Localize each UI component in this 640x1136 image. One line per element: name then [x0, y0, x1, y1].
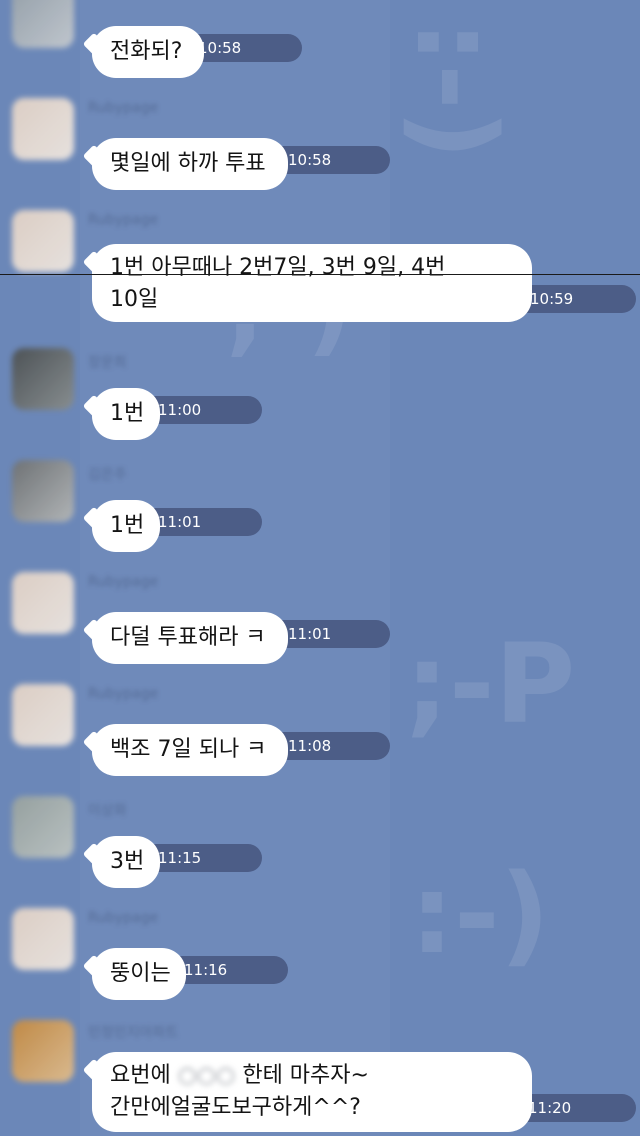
- avatar[interactable]: [12, 908, 74, 970]
- message-bubble[interactable]: 1번: [92, 388, 160, 440]
- avatar[interactable]: [12, 210, 74, 272]
- message-bubble[interactable]: 다덜 투표해라 ㅋ: [92, 612, 288, 664]
- message-text: 요번에: [110, 1063, 171, 1088]
- message-text: 한테 마추자~: [242, 1063, 369, 1088]
- avatar[interactable]: [12, 460, 74, 522]
- message-bubble[interactable]: 뚱이는: [92, 948, 186, 1000]
- message-line: 1번 아무때나 2번7일, 3번 9일, 4번: [110, 255, 446, 280]
- message-bubble[interactable]: 요번에 ○○○ 한테 마추자~ 간만에얼굴도보구하게^^?: [92, 1052, 532, 1132]
- message-time: 10:58: [270, 146, 390, 174]
- chat-log[interactable]: 10:58 전화되? Rubypage 10:58 몇일에 하까 투표 Ruby…: [0, 0, 640, 1136]
- sender-name: Rubypage: [88, 100, 159, 116]
- message-line: 10일: [110, 287, 159, 312]
- message-bubble[interactable]: 백조 7일 되나 ㅋ: [92, 724, 288, 776]
- sender-name: Rubypage: [88, 574, 159, 590]
- sender-name: Rubypage: [88, 686, 159, 702]
- sender-name: 김은주: [88, 467, 127, 483]
- sender-name: 장문희: [88, 355, 127, 371]
- avatar[interactable]: [12, 1020, 74, 1082]
- avatar[interactable]: [12, 348, 74, 410]
- message-line: 간만에얼굴도보구하게^^?: [110, 1095, 361, 1120]
- sender-name: Rubypage: [88, 212, 159, 228]
- message-bubble[interactable]: 몇일에 하까 투표: [92, 138, 288, 190]
- avatar[interactable]: [12, 98, 74, 160]
- message-bubble[interactable]: 1번 아무때나 2번7일, 3번 9일, 4번 10일: [92, 244, 532, 322]
- message-line: 요번에 ○○○ 한테 마추자~: [110, 1060, 514, 1092]
- message-time: 11:08: [270, 732, 390, 760]
- divider-line: [0, 274, 640, 275]
- message-bubble[interactable]: 3번: [92, 836, 160, 888]
- avatar[interactable]: [12, 572, 74, 634]
- sender-name: 이상화: [88, 803, 127, 819]
- message-bubble[interactable]: 1번: [92, 500, 160, 552]
- sender-name: Rubypage: [88, 910, 159, 926]
- avatar[interactable]: [12, 0, 74, 48]
- message-bubble[interactable]: 전화되?: [92, 26, 204, 78]
- message-time: 11:01: [270, 620, 390, 648]
- avatar[interactable]: [12, 684, 74, 746]
- sender-name: 민정민지아파트: [88, 1025, 179, 1041]
- redacted-name: ○○○: [177, 1063, 236, 1088]
- avatar[interactable]: [12, 796, 74, 858]
